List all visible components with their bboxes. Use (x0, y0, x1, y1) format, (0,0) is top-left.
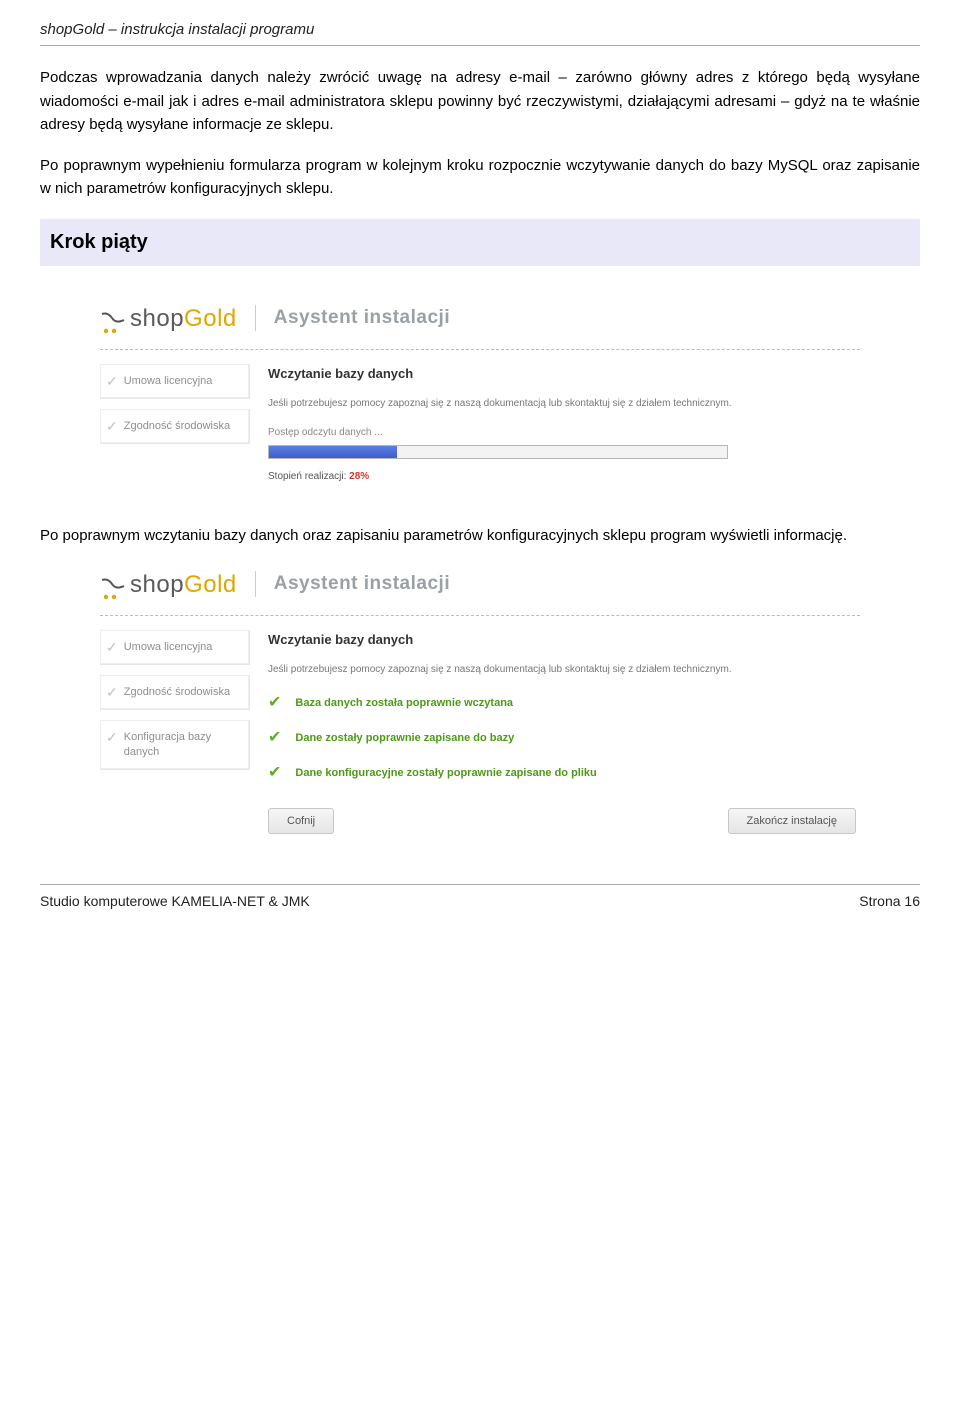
progress-bar-fill (269, 446, 397, 458)
doc-header-rest: – instrukcja instalacji programu (104, 21, 314, 38)
check-icon: ✔ (268, 691, 281, 716)
status-text: Dane konfiguracyjne zostały poprawnie za… (295, 765, 596, 782)
installer-logo: shopGold (100, 566, 237, 603)
nav-item-license[interactable]: ✓ Umowa licencyjna (100, 630, 250, 665)
nav-item-label: Konfiguracja bazy danych (124, 730, 241, 759)
doc-footer: Studio komputerowe KAMELIA-NET & JMK Str… (40, 884, 920, 913)
installer-subtitle: Asystent instalacji (274, 569, 450, 598)
nav-item-env[interactable]: ✓ Zgodność środowiska (100, 675, 250, 710)
installer-content: Wczytanie bazy danych Jeśli potrzebujesz… (268, 630, 860, 834)
nav-item-license[interactable]: ✓ Umowa licencyjna (100, 364, 250, 399)
installer-complete-screenshot: shopGold Asystent instalacji ✓ Umowa lic… (100, 566, 860, 834)
finish-button[interactable]: Zakończ instalację (728, 808, 857, 834)
status-text: Baza danych została poprawnie wczytana (295, 695, 513, 712)
nav-item-label: Zgodność środowiska (124, 685, 230, 699)
status-row-db-saved: ✔ Dane zostały poprawnie zapisane do baz… (268, 726, 860, 751)
check-icon: ✔ (268, 761, 281, 786)
section-heading: Krok piąty (40, 219, 920, 266)
progress-percent-value: 28% (349, 471, 369, 482)
status-text: Dane zostały poprawnie zapisane do bazy (295, 730, 514, 747)
logo-text-shop: shop (130, 300, 184, 337)
paragraph-2: Po poprawnym wypełnieniu formularza prog… (40, 154, 920, 201)
nav-item-label: Umowa licencyjna (124, 640, 213, 654)
installer-logo-row: shopGold Asystent instalacji (100, 566, 860, 609)
logo-text-shop: shop (130, 566, 184, 603)
installer-content: Wczytanie bazy danych Jeśli potrzebujesz… (268, 364, 860, 485)
installer-body: ✓ Umowa licencyjna ✓ Zgodność środowiska… (100, 364, 860, 485)
installer-nav: ✓ Umowa licencyjna ✓ Zgodność środowiska (100, 364, 250, 485)
installer-divider (100, 349, 860, 350)
content-sub: Jeśli potrzebujesz pomocy zapoznaj się z… (268, 662, 860, 678)
cart-icon (100, 308, 126, 328)
installer-body: ✓ Umowa licencyjna ✓ Zgodność środowiska… (100, 630, 860, 834)
progress-bar (268, 445, 728, 459)
installer-subtitle: Asystent instalacji (274, 303, 450, 332)
installer-logo: shopGold (100, 300, 237, 337)
footer-left: Studio komputerowe KAMELIA-NET & JMK (40, 891, 310, 913)
installer-divider (100, 615, 860, 616)
logo-text-gold: Gold (184, 300, 237, 337)
logo-divider (255, 305, 256, 331)
check-icon: ✓ (106, 640, 118, 654)
paragraph-1: Podczas wprowadzania danych należy zwróc… (40, 66, 920, 136)
paragraph-3: Po poprawnym wczytaniu bazy danych oraz … (40, 524, 920, 547)
doc-header-app: shopGold (40, 21, 104, 38)
logo-divider (255, 571, 256, 597)
check-icon: ✓ (106, 685, 118, 699)
doc-header: shopGold – instrukcja instalacji program… (40, 18, 920, 46)
progress-label: Postęp odczytu danych ... (268, 425, 860, 441)
installer-progress-screenshot: shopGold Asystent instalacji ✓ Umowa lic… (100, 300, 860, 485)
check-icon: ✓ (106, 374, 118, 388)
progress-percent-label: Stopień realizacji: (268, 471, 349, 482)
nav-item-label: Umowa licencyjna (124, 374, 213, 388)
nav-item-dbconfig[interactable]: ✓ Konfiguracja bazy danych (100, 720, 250, 770)
cart-icon (100, 574, 126, 594)
progress-percent-line: Stopień realizacji: 28% (268, 469, 860, 485)
installer-logo-row: shopGold Asystent instalacji (100, 300, 860, 343)
footer-right: Strona 16 (859, 891, 920, 913)
logo-text-gold: Gold (184, 566, 237, 603)
nav-item-label: Zgodność środowiska (124, 419, 230, 433)
check-icon: ✓ (106, 730, 118, 744)
check-icon: ✓ (106, 419, 118, 433)
button-row: Cofnij Zakończ instalację (268, 808, 860, 834)
nav-item-env[interactable]: ✓ Zgodność środowiska (100, 409, 250, 444)
content-sub: Jeśli potrzebujesz pomocy zapoznaj się z… (268, 396, 860, 412)
check-icon: ✔ (268, 726, 281, 751)
installer-nav: ✓ Umowa licencyjna ✓ Zgodność środowiska… (100, 630, 250, 834)
back-button[interactable]: Cofnij (268, 808, 334, 834)
status-row-config-saved: ✔ Dane konfiguracyjne zostały poprawnie … (268, 761, 860, 786)
status-row-db-loaded: ✔ Baza danych została poprawnie wczytana (268, 691, 860, 716)
content-heading: Wczytanie bazy danych (268, 364, 860, 384)
content-heading: Wczytanie bazy danych (268, 630, 860, 650)
